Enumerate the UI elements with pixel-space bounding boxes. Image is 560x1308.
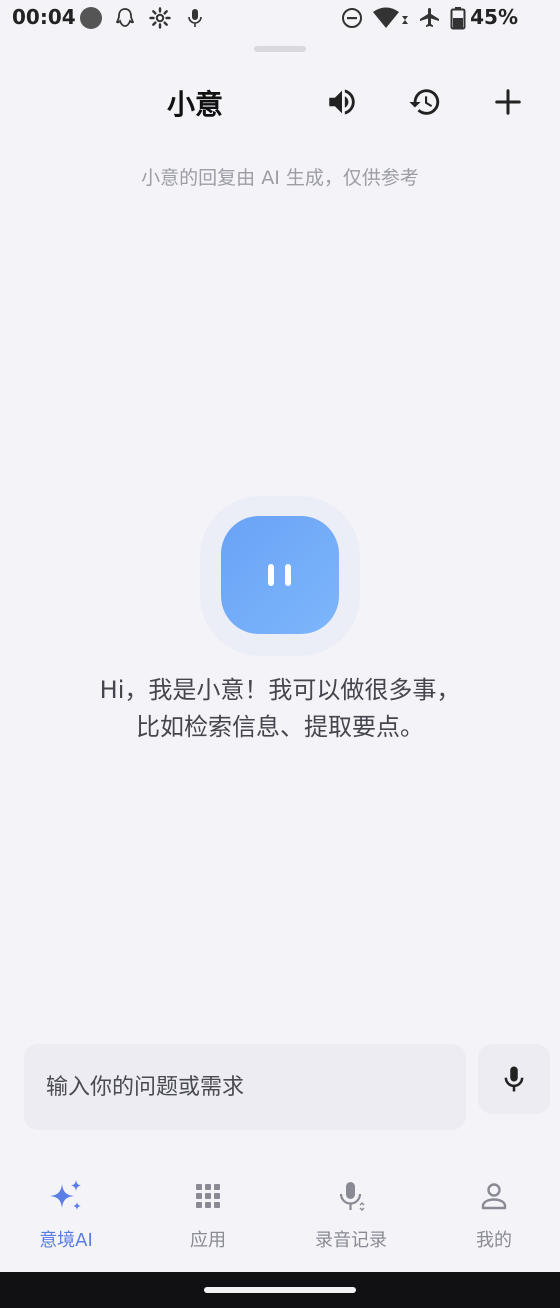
sparkle-icon [50, 1180, 81, 1210]
battery-icon [450, 7, 466, 30]
home-gesture-pill[interactable] [204, 1287, 356, 1293]
mic-record-icon [339, 1182, 365, 1211]
history-button[interactable] [403, 80, 447, 124]
bottom-navigation: 意境AI 应用 录音记录 我的 [0, 1160, 560, 1272]
page-title: 小意 [167, 88, 224, 121]
voice-input-button[interactable] [478, 1044, 550, 1114]
nav-item-profile[interactable]: 我的 [434, 1172, 554, 1262]
greeting-line-1: Hi，我是小意！我可以做很多事， [99, 676, 461, 704]
speaker-button[interactable] [320, 80, 364, 124]
nav-item-apps[interactable]: 应用 [148, 1172, 268, 1262]
person-icon [481, 1183, 507, 1210]
question-input[interactable] [24, 1044, 466, 1130]
nav-label-profile: 我的 [476, 1230, 512, 1251]
battery-percent: 45% [470, 5, 518, 29]
grid-icon [196, 1184, 220, 1208]
mic-icon [504, 1066, 524, 1092]
greeting-message: Hi，我是小意！我可以做很多事， 比如检索信息、提取要点。 [0, 672, 560, 746]
add-icon [495, 89, 521, 115]
nav-label-recordings: 录音记录 [315, 1230, 387, 1251]
qq-icon [115, 8, 135, 27]
avatar-eye-right [285, 564, 291, 586]
status-time: 00:04 [12, 5, 76, 29]
greeting-line-2: 比如检索信息、提取要点。 [136, 713, 424, 741]
record-dot-icon [80, 7, 102, 29]
mic-small-icon [188, 9, 202, 27]
avatar-eye-left [268, 564, 274, 586]
nav-label-apps: 应用 [190, 1230, 226, 1251]
history-icon [409, 89, 440, 115]
settings-icon [149, 7, 171, 29]
wifi-icon [373, 7, 408, 28]
nav-item-ai[interactable]: 意境AI [6, 1172, 126, 1262]
dnd-icon [342, 8, 362, 28]
ai-disclaimer: 小意的回复由 AI 生成，仅供参考 [141, 167, 419, 189]
airplane-icon [420, 8, 439, 27]
status-bar: 00:04 45% [0, 0, 560, 36]
speaker-icon [329, 89, 355, 115]
nav-label-ai: 意境AI [39, 1230, 93, 1251]
system-gesture-bar [0, 1272, 560, 1308]
question-input-box[interactable] [24, 1044, 466, 1130]
add-button[interactable] [486, 80, 530, 124]
sheet-grab-handle[interactable] [254, 46, 306, 52]
assistant-avatar [221, 516, 339, 634]
nav-item-recordings[interactable]: 录音记录 [291, 1172, 411, 1262]
